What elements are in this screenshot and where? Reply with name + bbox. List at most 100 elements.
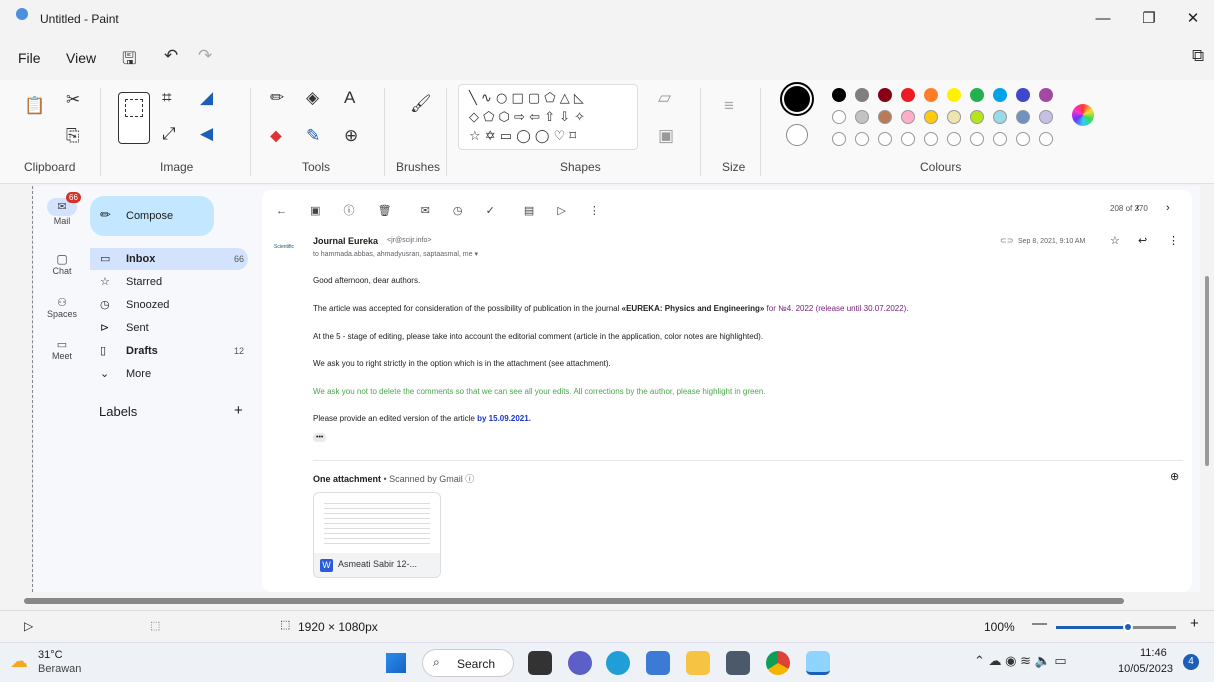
colour-swatch[interactable] (878, 110, 892, 124)
colour-swatch[interactable] (855, 88, 869, 102)
clock-date[interactable]: 10/05/2023 (1118, 663, 1173, 675)
compose-button[interactable]: ✏ Compose (90, 196, 214, 236)
select-tool[interactable] (118, 92, 150, 144)
notification-badge[interactable]: 4 (1183, 654, 1199, 670)
trimmed-content-button[interactable]: ••• (313, 433, 327, 442)
nav-item-drafts[interactable]: ▯ Drafts 12 (90, 340, 248, 362)
pencil-icon[interactable]: ✏ (270, 88, 284, 108)
add-task-icon[interactable]: ✓ (486, 205, 495, 217)
mark-unread-icon[interactable]: ✉ (421, 205, 430, 217)
vertical-scrollbar[interactable] (1205, 276, 1209, 466)
colour-swatch[interactable] (993, 132, 1007, 146)
color-picker-icon[interactable]: ✎ (306, 126, 320, 146)
weather-temp[interactable]: 31°C (38, 649, 63, 661)
magnifier-icon[interactable]: ⊕ (344, 126, 358, 146)
chat-app-icon[interactable] (568, 651, 592, 675)
zoom-out-button[interactable]: — (1032, 615, 1047, 632)
app-icon[interactable] (646, 651, 670, 675)
reply-icon[interactable]: ↩ (1138, 234, 1147, 247)
close-button[interactable]: ✕ (1176, 6, 1210, 32)
text-icon[interactable]: A (344, 88, 355, 108)
search-box[interactable]: ⌕ Search (422, 649, 514, 677)
outline-icon[interactable]: ▱ (658, 88, 671, 108)
colour-swatch[interactable] (1016, 132, 1030, 146)
colour-swatch[interactable] (970, 132, 984, 146)
colour-swatch[interactable] (832, 110, 846, 124)
colour-swatch[interactable] (1039, 110, 1053, 124)
move-icon[interactable]: ▤ (524, 205, 534, 217)
nav-item-inbox[interactable]: ▭ Inbox 66 (90, 248, 248, 270)
message-more-icon[interactable]: ⋮ (1168, 234, 1179, 247)
resize-icon[interactable]: ⤢ (162, 124, 176, 144)
redo-icon[interactable]: ↷ (198, 46, 212, 66)
save-icon[interactable]: 🖫 (122, 46, 136, 75)
star-icon[interactable]: ☆ (1110, 234, 1120, 247)
weather-desc[interactable]: Berawan (38, 663, 81, 675)
eraser-icon[interactable]: ⬥ (270, 126, 282, 146)
zoom-in-button[interactable]: + (1190, 615, 1199, 632)
shapes-gallery[interactable]: ╲ ∿ ○ □ ▢ ⬠ △ ◺ ◇ ⬠ ⬡ ⇨ ⇦ ⇧ ⇩ ✧ ☆ ✡ ▭ ◯ … (458, 84, 638, 150)
secondary-color[interactable] (786, 124, 808, 146)
camera-icon[interactable] (726, 651, 750, 675)
colour-swatch[interactable] (901, 88, 915, 102)
colour-swatch[interactable] (1039, 88, 1053, 102)
brush-icon[interactable]: 🖌 (410, 94, 432, 114)
share-icon[interactable]: ⧉ (1192, 46, 1204, 66)
file-explorer-icon[interactable] (686, 651, 710, 675)
horizontal-scrollbar[interactable] (24, 598, 1124, 604)
zoom-slider[interactable] (1056, 622, 1176, 632)
colour-swatch[interactable] (924, 132, 938, 146)
archive-icon[interactable]: ▣ (310, 205, 320, 217)
colour-swatch[interactable] (993, 110, 1007, 124)
colour-swatch[interactable] (970, 88, 984, 102)
zoom-slider-thumb[interactable] (1123, 622, 1133, 632)
colour-swatch[interactable] (947, 132, 961, 146)
start-button[interactable] (386, 653, 406, 673)
copy-icon[interactable]: ⎘ (66, 126, 80, 146)
delete-icon[interactable]: 🗑 (378, 205, 392, 217)
restore-button[interactable]: ❐ (1132, 6, 1166, 32)
cut-icon[interactable]: ✂ (66, 90, 80, 110)
menu-view[interactable]: View (66, 50, 96, 66)
paste-icon[interactable]: 📋 (24, 96, 45, 116)
prev-icon[interactable]: ‹ (1136, 202, 1140, 214)
rail-spaces[interactable]: ⚇ Spaces (34, 296, 90, 319)
colour-swatch[interactable] (901, 110, 915, 124)
report-icon[interactable]: ⓘ (344, 205, 355, 217)
crop-icon[interactable]: ⌗ (162, 88, 172, 108)
chrome-icon[interactable] (766, 651, 790, 675)
rail-chat[interactable]: ▢ Chat (34, 252, 90, 276)
attachment-card[interactable]: W Asmeati Sabir 12-... (313, 492, 441, 578)
colour-swatch[interactable] (970, 110, 984, 124)
more-icon[interactable]: ⋮ (589, 205, 600, 217)
colour-swatch[interactable] (832, 132, 846, 146)
nav-item-snoozed[interactable]: ◷ Snoozed (90, 294, 248, 316)
colour-swatch[interactable] (947, 110, 961, 124)
tray-icons[interactable]: ⌃ ☁ ◉ ≋ 🔈 ▭ (974, 653, 1067, 669)
nav-item-sent[interactable]: ⊳ Sent (90, 317, 248, 339)
colour-swatch[interactable] (878, 132, 892, 146)
colour-swatch[interactable] (1039, 132, 1053, 146)
primary-color[interactable] (780, 82, 814, 116)
size-icon[interactable]: ≡ (724, 96, 734, 116)
back-icon[interactable]: ← (276, 205, 287, 217)
colour-swatch[interactable] (878, 88, 892, 102)
fill-icon[interactable]: ◈ (306, 88, 319, 108)
weather-icon[interactable]: ☁ (10, 651, 28, 672)
colour-swatch[interactable] (855, 132, 869, 146)
rail-meet[interactable]: ▭ Meet (34, 338, 90, 361)
shape-fill-icon[interactable]: ▣ (658, 126, 674, 146)
colour-swatch[interactable] (924, 88, 938, 102)
colour-swatch[interactable] (832, 88, 846, 102)
colour-swatch[interactable] (947, 88, 961, 102)
taskview-icon[interactable] (528, 651, 552, 675)
colour-swatch[interactable] (924, 110, 938, 124)
undo-icon[interactable]: ↶ (164, 46, 178, 66)
minimize-button[interactable]: — (1086, 6, 1120, 32)
colour-swatch[interactable] (1016, 88, 1030, 102)
add-to-drive-icon[interactable]: ⊕ (1170, 470, 1179, 483)
nav-item-more[interactable]: ⌄ More (90, 363, 248, 385)
edit-colours-icon[interactable] (1072, 104, 1094, 126)
rail-mail[interactable]: ✉ 66 Mail (34, 192, 90, 226)
snooze-icon[interactable]: ◷ (453, 205, 463, 217)
